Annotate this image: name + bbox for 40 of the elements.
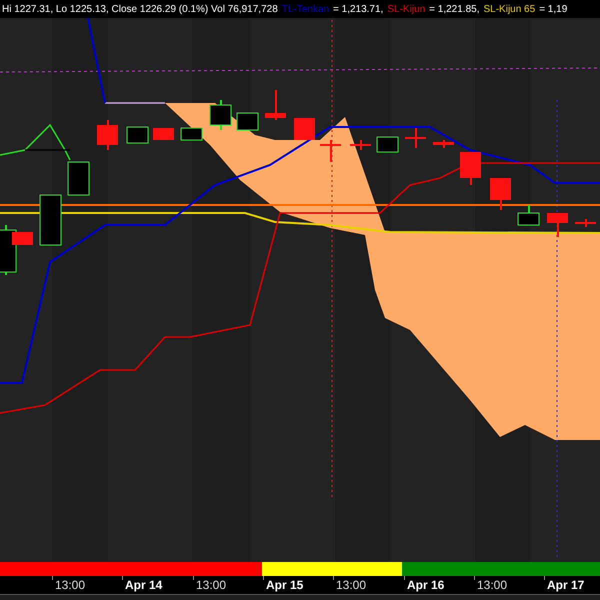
down-candle — [97, 120, 118, 150]
down-candle — [265, 90, 286, 120]
down-candle — [350, 140, 371, 150]
time-label: 13:00 — [55, 578, 86, 592]
time-label: 13:00 — [336, 578, 366, 592]
legend-value: = 1,221.85, — [429, 4, 480, 14]
down-candle — [294, 118, 315, 140]
legend-value: = 1,19 — [539, 4, 568, 14]
down-candle — [405, 128, 426, 148]
down-candle — [433, 140, 454, 148]
legend-value: = 1,213.71, — [333, 4, 384, 14]
legend-name: SL-Kijun — [387, 4, 426, 14]
up-candle — [68, 162, 90, 196]
down-candle — [460, 152, 481, 185]
top-line — [105, 102, 165, 104]
down-candle — [320, 140, 341, 162]
legend-name: SL-Kijun 65 — [483, 4, 536, 14]
up-candle — [236, 112, 258, 130]
date-label: Apr 16 — [407, 578, 444, 592]
down-candle — [490, 178, 511, 210]
date-label: Apr 15 — [266, 578, 304, 592]
date-label: Apr 14 — [125, 578, 162, 592]
lagging-line — [0, 124, 71, 160]
up-candle — [210, 100, 232, 130]
date-label: Apr 17 — [547, 578, 584, 592]
down-candle — [547, 213, 568, 237]
up-candle — [0, 225, 16, 275]
up-candle — [126, 126, 148, 144]
down-candle — [153, 128, 174, 140]
up-candle — [40, 194, 62, 246]
up-candle — [376, 136, 398, 152]
short-line — [25, 149, 70, 151]
price-stats: Hi 1227.31, Lo 1225.13, Close 1226.29 (0.1%) Vol 76,917,728 — [2, 4, 278, 14]
up-candle — [518, 205, 540, 226]
down-candle — [575, 219, 596, 227]
legend-name: TL-Tenkan — [282, 4, 330, 14]
time-label: 13:00 — [477, 578, 508, 592]
up-candle — [180, 128, 202, 140]
down-candle — [12, 232, 33, 245]
time-label: 13:00 — [196, 578, 226, 592]
